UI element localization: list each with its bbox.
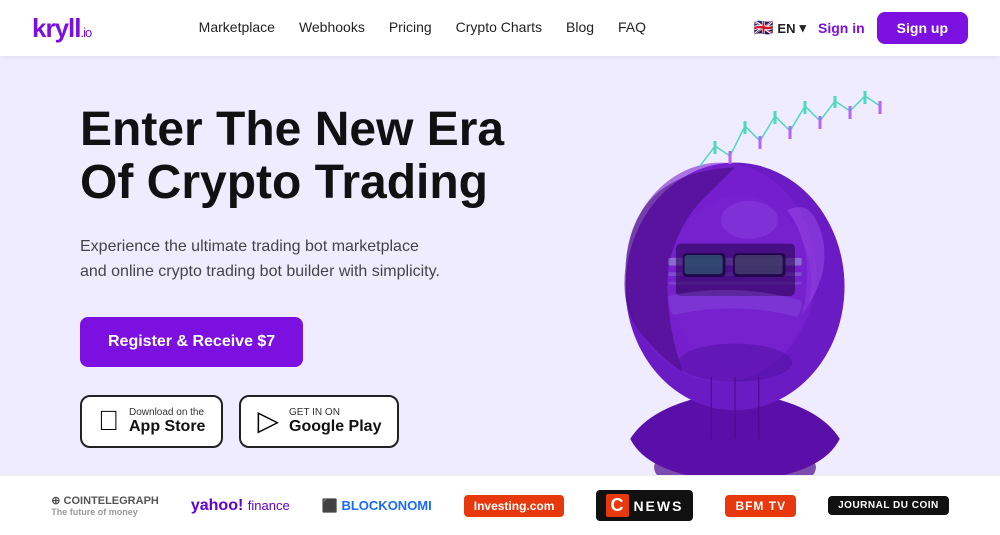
hero-right [520, 56, 950, 535]
press-cnews: C NEWS [596, 490, 693, 521]
nav-right: 🇬🇧 EN ▾ Sign in Sign up [753, 12, 968, 44]
google-play-button[interactable]: ▷ GET IN ON Google Play [239, 395, 399, 448]
app-store-small: Download on the [129, 407, 205, 418]
apple-icon:  [98, 407, 119, 435]
logo[interactable]: kryll.io [32, 13, 91, 44]
press-cointelegraph: ⊕ COINTELEGRAPH The future of money [51, 494, 159, 517]
google-play-large: Google Play [289, 418, 381, 436]
register-button[interactable]: Register & Receive $7 [80, 317, 303, 367]
nav-marketplace[interactable]: Marketplace [199, 19, 275, 35]
press-investing: Investing.com [464, 495, 565, 517]
nav-webhooks[interactable]: Webhooks [299, 19, 365, 35]
language-selector[interactable]: 🇬🇧 EN ▾ [753, 18, 806, 38]
press-yahoo: yahoo! finance [191, 497, 290, 515]
chart-decoration [690, 86, 890, 206]
google-play-icon: ▷ [257, 407, 279, 435]
signup-button[interactable]: Sign up [877, 12, 968, 44]
flag-icon: 🇬🇧 [753, 18, 773, 38]
lang-label: EN [777, 21, 795, 36]
press-bfmtv: BFM TV [725, 495, 796, 517]
google-play-small: GET IN ON [289, 407, 381, 418]
google-play-text: GET IN ON Google Play [289, 407, 381, 436]
nav-crypto-charts[interactable]: Crypto Charts [456, 19, 542, 35]
logo-text: kryll [32, 13, 81, 43]
app-store-text: Download on the App Store [129, 407, 205, 436]
nav-pricing[interactable]: Pricing [389, 19, 432, 35]
app-store-button[interactable]:  Download on the App Store [80, 395, 223, 448]
press-blockonomi: ⬛ BLOCKONOMI [322, 498, 432, 514]
hero-section: Enter The New Era Of Crypto Trading Expe… [0, 56, 1000, 535]
chevron-down-icon: ▾ [799, 20, 806, 36]
nav-faq[interactable]: FAQ [618, 19, 646, 35]
logo-suffix: .io [81, 25, 92, 40]
hero-description: Experience the ultimate trading bot mark… [80, 234, 440, 285]
signin-button[interactable]: Sign in [818, 20, 865, 36]
hero-left: Enter The New Era Of Crypto Trading Expe… [0, 56, 520, 535]
nav-blog[interactable]: Blog [566, 19, 594, 35]
navbar: kryll.io Marketplace Webhooks Pricing Cr… [0, 0, 1000, 56]
app-store-large: App Store [129, 418, 205, 436]
store-buttons:  Download on the App Store ▷ GET IN ON … [80, 395, 520, 448]
press-bar: ⊕ COINTELEGRAPH The future of money yaho… [0, 475, 1000, 535]
press-journal: JOURNAL DU COIN [828, 496, 949, 515]
hero-title: Enter The New Era Of Crypto Trading [80, 104, 520, 210]
nav-links: Marketplace Webhooks Pricing Crypto Char… [199, 19, 646, 37]
